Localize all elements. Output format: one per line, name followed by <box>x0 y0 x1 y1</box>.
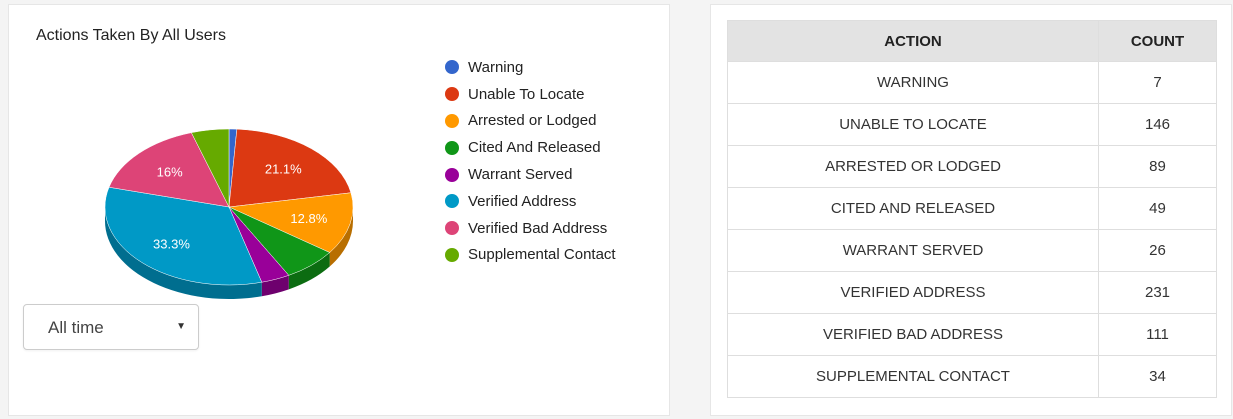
caret-down-icon: ▼ <box>176 321 186 332</box>
legend-item[interactable]: Warning <box>445 54 616 81</box>
actions-table: ACTION COUNT WARNING 7 UNABLE TO LOCATE 146… <box>727 20 1217 398</box>
legend-label: Supplemental Contact <box>468 246 616 264</box>
cell-action: VERIFIED ADDRESS <box>727 271 1099 314</box>
table-body: WARNING 7 UNABLE TO LOCATE 146 ARRESTED OR L… <box>727 61 1217 398</box>
table-row: SUPPLEMENTAL CONTACT 34 <box>727 355 1217 398</box>
time-range-select[interactable]: All time ▼ <box>23 304 199 350</box>
legend-swatch <box>445 140 459 155</box>
legend-item[interactable]: Unable To Locate <box>445 81 616 108</box>
legend-label: Unable To Locate <box>468 85 585 103</box>
table-row: ARRESTED OR LODGED 89 <box>727 145 1217 188</box>
cell-action: ARRESTED OR LODGED <box>727 145 1099 188</box>
cell-count: 111 <box>1098 313 1217 356</box>
legend-label: Verified Address <box>468 192 577 210</box>
legend-swatch <box>445 247 459 262</box>
cell-count: 146 <box>1098 103 1217 146</box>
pie-data-label: 12.8% <box>290 211 327 226</box>
table-panel: ACTION COUNT WARNING 7 UNABLE TO LOCATE 146… <box>710 4 1232 416</box>
table-row: WARNING 7 <box>727 61 1217 104</box>
cell-count: 89 <box>1098 145 1217 188</box>
cell-count: 7 <box>1098 61 1217 104</box>
pie-data-label: 16% <box>157 165 183 180</box>
cell-count: 26 <box>1098 229 1217 272</box>
cell-action: VERIFIED BAD ADDRESS <box>727 313 1099 356</box>
table-row: WARRANT SERVED 26 <box>727 229 1217 272</box>
cell-action: SUPPLEMENTAL CONTACT <box>727 355 1099 398</box>
cell-count: 34 <box>1098 355 1217 398</box>
table-header-row: ACTION COUNT <box>727 20 1217 62</box>
cell-count: 231 <box>1098 271 1217 314</box>
pie-data-label: 33.3% <box>153 237 190 252</box>
legend-item[interactable]: Verified Bad Address <box>445 215 616 242</box>
legend-label: Warning <box>468 58 524 76</box>
legend-item[interactable]: Arrested or Lodged <box>445 108 616 135</box>
legend-item[interactable]: Verified Address <box>445 188 616 215</box>
cell-action: CITED AND RELEASED <box>727 187 1099 230</box>
cell-action: UNABLE TO LOCATE <box>727 103 1099 146</box>
table-row: VERIFIED BAD ADDRESS 111 <box>727 313 1217 356</box>
legend-item[interactable]: Warrant Served <box>445 161 616 188</box>
header-action: ACTION <box>727 20 1099 62</box>
cell-action: WARNING <box>727 61 1099 104</box>
legend-label: Cited And Released <box>468 139 601 157</box>
chart-panel: Actions Taken By All Users 21.1% 12.8% 33.… <box>8 4 670 416</box>
legend-item[interactable]: Cited And Released <box>445 134 616 161</box>
legend-label: Verified Bad Address <box>468 219 608 237</box>
pie-chart: 21.1% 12.8% 33.3% 16% <box>104 128 354 299</box>
legend-swatch <box>445 60 459 75</box>
table-row: CITED AND RELEASED 49 <box>727 187 1217 230</box>
legend-swatch <box>445 221 459 236</box>
legend-label: Arrested or Lodged <box>468 112 597 130</box>
header-count: COUNT <box>1098 20 1217 62</box>
legend-item[interactable]: Supplemental Contact <box>445 242 616 269</box>
legend-swatch <box>445 113 459 128</box>
pie-data-label: 21.1% <box>265 161 302 176</box>
cell-count: 49 <box>1098 187 1217 230</box>
time-range-value: All time <box>48 318 104 337</box>
table-row: VERIFIED ADDRESS 231 <box>727 271 1217 314</box>
legend-swatch <box>445 167 459 182</box>
chart-legend: Warning Unable To Locate Arrested or Lodge… <box>445 54 616 268</box>
legend-label: Warrant Served <box>468 166 573 184</box>
legend-swatch <box>445 194 459 209</box>
table-row: UNABLE TO LOCATE 146 <box>727 103 1217 146</box>
legend-swatch <box>445 87 459 102</box>
cell-action: WARRANT SERVED <box>727 229 1099 272</box>
